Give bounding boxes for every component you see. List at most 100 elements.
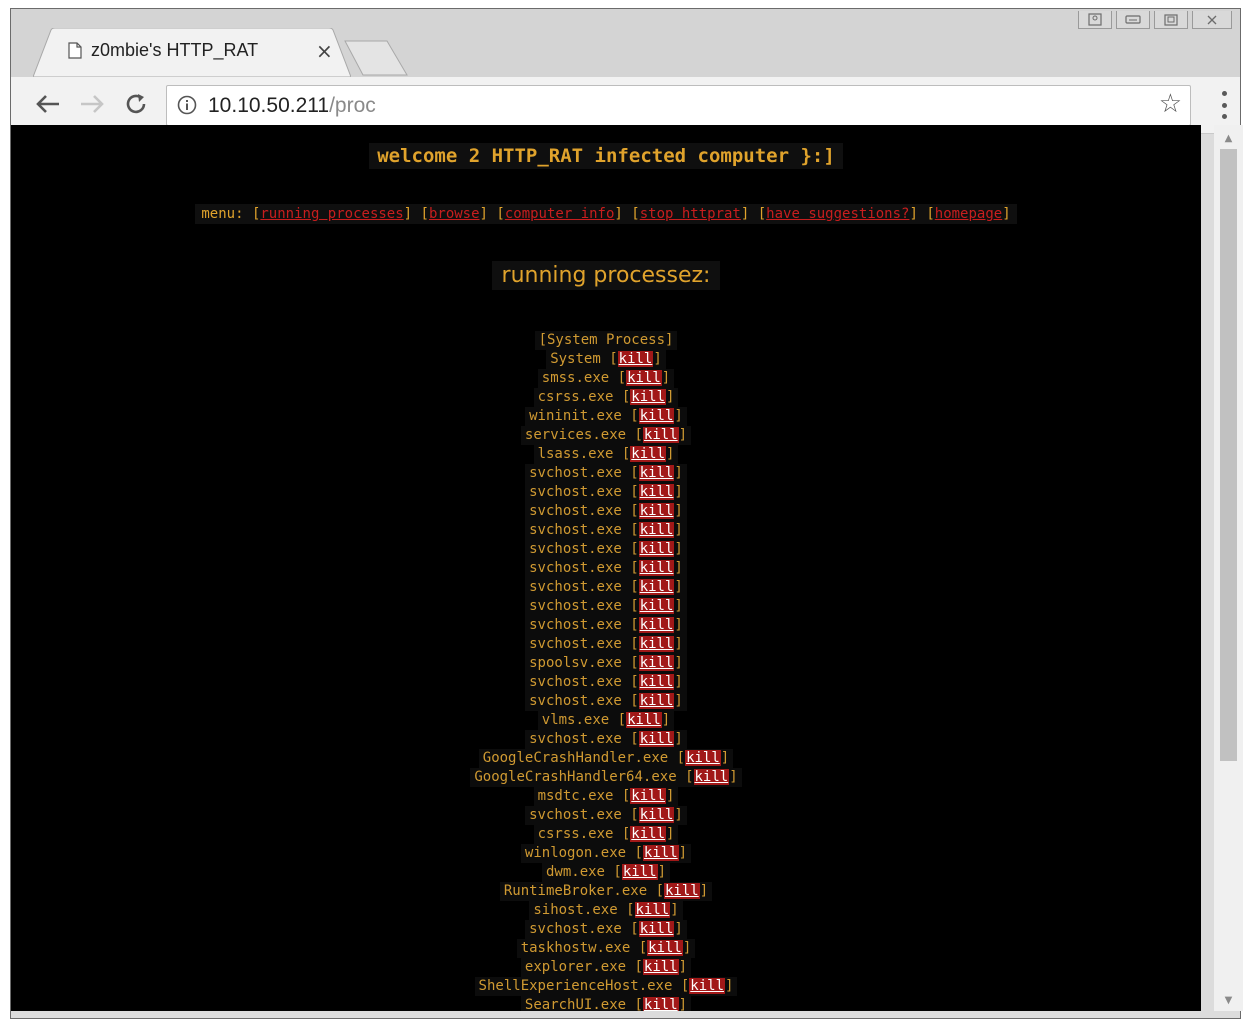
kill-link[interactable]: kill bbox=[638, 807, 675, 823]
process-row: wininit.exe [kill] bbox=[525, 407, 687, 426]
page-content: welcome 2 HTTP_RAT infected computer }:]… bbox=[11, 125, 1201, 1011]
url-text[interactable]: 10.10.50.211/proc bbox=[208, 94, 376, 118]
kill-bracket: [kill] bbox=[621, 484, 683, 500]
tab-strip: z0mbie's HTTP_RAT × bbox=[11, 9, 1240, 77]
kill-link[interactable]: kill bbox=[638, 655, 675, 671]
kill-link[interactable]: kill bbox=[626, 370, 662, 386]
kill-bracket: [kill] bbox=[621, 693, 683, 709]
menu-link-have-suggestions[interactable]: have suggestions? bbox=[766, 206, 909, 222]
kill-link[interactable]: kill bbox=[630, 826, 666, 842]
process-name: RuntimeBroker.exe bbox=[503, 883, 648, 899]
kill-link[interactable]: kill bbox=[638, 465, 675, 481]
bookmark-star-icon[interactable]: ☆ bbox=[1159, 89, 1182, 119]
tab-active[interactable]: z0mbie's HTTP_RAT × bbox=[33, 28, 351, 77]
maximize-icon[interactable] bbox=[1154, 11, 1188, 29]
kill-link[interactable]: kill bbox=[630, 446, 666, 462]
kill-link[interactable]: kill bbox=[638, 731, 675, 747]
kill-link[interactable]: kill bbox=[638, 693, 675, 709]
process-name: wininit.exe bbox=[529, 408, 622, 424]
process-name: csrss.exe bbox=[537, 826, 614, 842]
kill-link[interactable]: kill bbox=[630, 389, 666, 405]
kill-link[interactable]: kill bbox=[638, 674, 675, 690]
back-icon[interactable] bbox=[33, 89, 63, 119]
kill-link[interactable]: kill bbox=[642, 427, 679, 443]
kill-bracket: [kill] bbox=[626, 959, 688, 975]
tab-close-icon[interactable]: × bbox=[316, 39, 333, 63]
kill-bracket: [kill] bbox=[621, 522, 683, 538]
kill-link[interactable]: kill bbox=[638, 598, 675, 614]
kill-bracket: [kill] bbox=[621, 636, 683, 652]
kill-link[interactable]: kill bbox=[638, 617, 675, 633]
info-icon[interactable] bbox=[177, 95, 197, 115]
kill-link[interactable]: kill bbox=[689, 978, 725, 994]
kill-link[interactable]: kill bbox=[638, 484, 675, 500]
kill-link[interactable]: kill bbox=[626, 712, 662, 728]
kill-link[interactable]: kill bbox=[638, 921, 675, 937]
scroll-down-icon[interactable]: ▼ bbox=[1214, 991, 1243, 1009]
kill-bracket: [kill] bbox=[621, 465, 683, 481]
process-row: svchost.exe [kill] bbox=[525, 540, 687, 559]
process-row: taskhostw.exe [kill] bbox=[516, 939, 696, 958]
kill-link[interactable]: kill bbox=[693, 769, 730, 785]
kill-link[interactable]: kill bbox=[664, 883, 700, 899]
minimize-icon[interactable] bbox=[1116, 11, 1150, 29]
kill-bracket: [kill] bbox=[668, 750, 730, 766]
kill-link[interactable]: kill bbox=[638, 636, 675, 652]
kill-link[interactable]: kill bbox=[642, 959, 679, 975]
process-name: ShellExperienceHost.exe bbox=[478, 978, 673, 994]
kill-link[interactable]: kill bbox=[630, 788, 666, 804]
kill-link[interactable]: kill bbox=[685, 750, 721, 766]
menu-link-homepage[interactable]: homepage bbox=[935, 206, 1002, 222]
menu-link-running-processes[interactable]: running processes bbox=[260, 206, 403, 222]
close-icon[interactable] bbox=[1192, 11, 1232, 29]
kill-link[interactable]: kill bbox=[638, 560, 675, 576]
scroll-thumb[interactable] bbox=[1220, 149, 1237, 761]
process-row: svchost.exe [kill] bbox=[525, 597, 687, 616]
kill-bracket: [kill] bbox=[630, 940, 692, 956]
kill-bracket: [kill] bbox=[676, 769, 738, 785]
kill-link[interactable]: kill bbox=[638, 408, 675, 424]
menu-link-stop-httprat[interactable]: stop httprat bbox=[640, 206, 741, 222]
process-row: svchost.exe [kill] bbox=[525, 502, 687, 521]
process-row: svchost.exe [kill] bbox=[525, 464, 687, 483]
kill-link[interactable]: kill bbox=[647, 940, 683, 956]
scroll-up-icon[interactable]: ▲ bbox=[1214, 129, 1243, 147]
process-row: lsass.exe [kill] bbox=[533, 445, 679, 464]
kill-bracket: [kill] bbox=[600, 351, 662, 367]
reload-icon[interactable] bbox=[121, 89, 151, 119]
process-row: explorer.exe [kill] bbox=[520, 958, 692, 977]
menu-link-browse[interactable]: browse bbox=[429, 206, 480, 222]
kill-link[interactable]: kill bbox=[621, 864, 658, 880]
kill-link[interactable]: kill bbox=[642, 997, 679, 1011]
process-name: svchost.exe bbox=[529, 465, 622, 481]
process-name: dwm.exe bbox=[545, 864, 605, 880]
tab-title: z0mbie's HTTP_RAT bbox=[91, 40, 259, 60]
forward-icon[interactable] bbox=[77, 89, 107, 119]
process-row: winlogon.exe [kill] bbox=[520, 844, 692, 863]
kill-bracket: [kill] bbox=[621, 598, 683, 614]
kill-bracket: [kill] bbox=[605, 864, 667, 880]
kill-link[interactable]: kill bbox=[642, 845, 679, 861]
process-row: SearchUI.exe [kill] bbox=[520, 996, 692, 1011]
kill-bracket: [kill] bbox=[613, 826, 675, 842]
kill-link[interactable]: kill bbox=[634, 902, 671, 918]
menu-link-computer-info[interactable]: computer info bbox=[505, 206, 615, 222]
kill-link[interactable]: kill bbox=[638, 541, 675, 557]
user-icon[interactable] bbox=[1078, 11, 1112, 29]
new-tab-button[interactable] bbox=[341, 39, 411, 77]
address-bar[interactable]: 10.10.50.211/proc ☆ bbox=[166, 85, 1191, 126]
kill-link[interactable]: kill bbox=[638, 503, 675, 519]
process-row: csrss.exe [kill] bbox=[533, 825, 679, 844]
more-menu-icon[interactable] bbox=[1218, 91, 1230, 119]
process-row: csrss.exe [kill] bbox=[533, 388, 679, 407]
process-name: vlms.exe bbox=[541, 712, 610, 728]
kill-link[interactable]: kill bbox=[638, 522, 675, 538]
kill-link[interactable]: kill bbox=[638, 579, 675, 595]
kill-bracket: [kill] bbox=[621, 617, 683, 633]
kill-bracket: [kill] bbox=[621, 408, 683, 424]
kill-link[interactable]: kill bbox=[617, 351, 654, 367]
process-name: msdtc.exe bbox=[537, 788, 614, 804]
process-row: System [kill] bbox=[546, 350, 666, 369]
vertical-scrollbar[interactable]: ▲ ▼ bbox=[1214, 125, 1243, 1011]
process-name: svchost.exe bbox=[529, 921, 622, 937]
